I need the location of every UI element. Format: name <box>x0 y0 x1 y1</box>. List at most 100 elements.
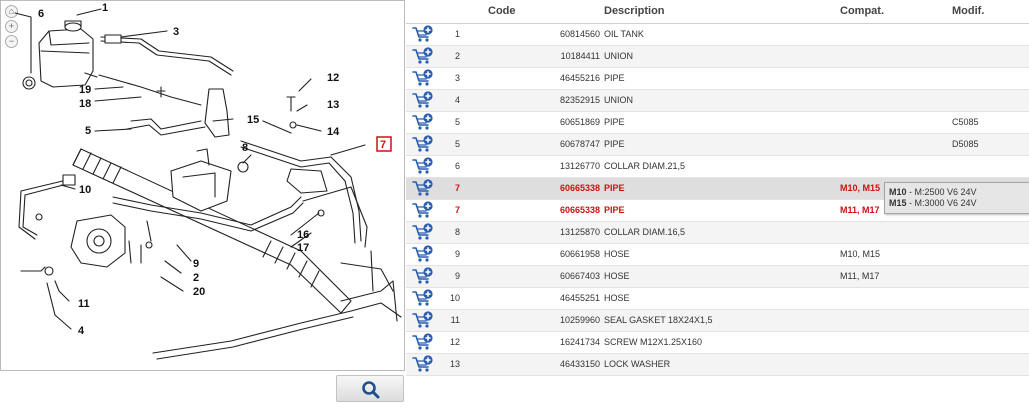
callout-16[interactable]: 16 <box>297 229 309 241</box>
cart-cell <box>406 155 442 178</box>
cart-add-icon[interactable] <box>412 69 434 87</box>
table-row[interactable]: 12 16241734 SCREW M12X1.25X160 <box>406 331 1029 354</box>
search-button[interactable] <box>336 375 404 402</box>
description-cell: PIPE <box>604 111 840 134</box>
compat-cell[interactable] <box>840 221 952 244</box>
cart-cell <box>406 353 442 376</box>
table-row[interactable]: 11 10259960 SEAL GASKET 18X24X1,5 <box>406 309 1029 332</box>
modif-cell <box>952 265 1029 288</box>
pos-cell: 7 <box>442 177 488 200</box>
code-cell: 60661958 <box>488 243 604 266</box>
table-row[interactable]: 3 46455216 PIPE <box>406 67 1029 90</box>
cart-add-icon[interactable] <box>412 267 434 285</box>
cart-cell <box>406 45 442 68</box>
table-row[interactable]: 4 82352915 UNION <box>406 89 1029 112</box>
callout-19[interactable]: 19 <box>79 84 91 96</box>
tooltip-text-2: - M:3000 V6 24V <box>906 198 977 208</box>
table-row[interactable]: 9 60667403 HOSE M11, M17 <box>406 265 1029 288</box>
compat-cell[interactable] <box>840 111 952 134</box>
callout-20[interactable]: 20 <box>193 286 205 298</box>
callout-13[interactable]: 13 <box>327 99 339 111</box>
callout-7[interactable]: 7 <box>380 139 386 151</box>
callout-9[interactable]: 9 <box>193 258 199 270</box>
code-cell: 60667403 <box>488 265 604 288</box>
cart-cell <box>406 133 442 156</box>
compat-cell[interactable] <box>840 331 952 354</box>
callout-18[interactable]: 18 <box>79 98 91 110</box>
compat-cell[interactable] <box>840 353 952 376</box>
cart-add-icon[interactable] <box>412 157 434 175</box>
header-code[interactable]: Code <box>488 0 604 24</box>
table-row[interactable]: 9 60661958 HOSE M10, M15 <box>406 243 1029 266</box>
description-cell: HOSE <box>604 265 840 288</box>
compat-cell[interactable] <box>840 309 952 332</box>
cart-add-icon[interactable] <box>412 113 434 131</box>
table-row[interactable]: 1 60814560 OIL TANK <box>406 23 1029 46</box>
table-row[interactable]: 5 60678747 PIPE D5085 <box>406 133 1029 156</box>
cart-add-icon[interactable] <box>412 355 434 373</box>
compat-cell[interactable] <box>840 67 952 90</box>
header-cart <box>406 0 442 24</box>
callout-17[interactable]: 17 <box>297 242 309 254</box>
cart-add-icon[interactable] <box>412 91 434 109</box>
description-cell: SCREW M12X1.25X160 <box>604 331 840 354</box>
code-cell: 60665338 <box>488 177 604 200</box>
table-row[interactable]: 2 10184411 UNION <box>406 45 1029 68</box>
pos-cell: 9 <box>442 265 488 288</box>
callout-12[interactable]: 12 <box>327 72 339 84</box>
compat-cell[interactable] <box>840 133 952 156</box>
callout-14[interactable]: 14 <box>327 126 340 138</box>
compat-cell[interactable] <box>840 287 952 310</box>
callout-15[interactable]: 15 <box>247 114 259 126</box>
table-row[interactable]: 8 13125870 COLLAR DIAM.16,5 <box>406 221 1029 244</box>
cart-add-icon[interactable] <box>412 25 434 43</box>
cart-add-icon[interactable] <box>412 289 434 307</box>
callout-2[interactable]: 2 <box>193 272 199 284</box>
cart-add-icon[interactable] <box>412 333 434 351</box>
callout-4[interactable]: 4 <box>78 325 85 337</box>
modif-cell <box>952 23 1029 46</box>
pos-cell: 6 <box>442 155 488 178</box>
compat-cell[interactable]: M11, M17 <box>840 265 952 288</box>
description-cell: PIPE <box>604 177 840 200</box>
description-cell: PIPE <box>604 133 840 156</box>
callout-5[interactable]: 5 <box>85 125 91 137</box>
search-icon <box>362 381 380 399</box>
header-compat[interactable]: Compat. <box>840 0 952 24</box>
callout-10[interactable]: 10 <box>79 184 91 196</box>
callout-3[interactable]: 3 <box>173 26 179 38</box>
callout-11[interactable]: 11 <box>78 298 90 310</box>
description-cell: HOSE <box>604 287 840 310</box>
callout-1[interactable]: 1 <box>102 2 108 14</box>
code-cell: 82352915 <box>488 89 604 112</box>
compat-cell[interactable] <box>840 23 952 46</box>
header-modif[interactable]: Modif. <box>952 0 1029 24</box>
compat-cell[interactable] <box>840 155 952 178</box>
table-row[interactable]: 6 13126770 COLLAR DIAM.21,5 <box>406 155 1029 178</box>
header-description[interactable]: Description <box>604 0 840 24</box>
callout-8[interactable]: 8 <box>242 142 248 154</box>
modif-cell: D5085 <box>952 133 1029 156</box>
table-row[interactable]: 10 46455251 HOSE <box>406 287 1029 310</box>
cart-add-icon[interactable] <box>412 47 434 65</box>
table-row[interactable]: 13 46433150 LOCK WASHER <box>406 353 1029 376</box>
compat-cell[interactable]: M10, M15 <box>840 243 952 266</box>
cart-add-icon[interactable] <box>412 201 434 219</box>
exploded-diagram[interactable]: ⌂ + − 6 1 3 12 19 18 13 15 14 5 8 10 16 … <box>0 0 405 371</box>
table-row[interactable]: 5 60651869 PIPE C5085 <box>406 111 1029 134</box>
cart-add-icon[interactable] <box>412 179 434 197</box>
cart-cell <box>406 67 442 90</box>
code-cell: 16241734 <box>488 331 604 354</box>
cart-add-icon[interactable] <box>412 245 434 263</box>
cart-add-icon[interactable] <box>412 311 434 329</box>
compat-cell[interactable] <box>840 45 952 68</box>
tooltip-code-2: M15 <box>889 198 907 208</box>
cart-add-icon[interactable] <box>412 135 434 153</box>
description-cell: OIL TANK <box>604 23 840 46</box>
pos-cell: 13 <box>442 353 488 376</box>
callout-6[interactable]: 6 <box>38 8 44 20</box>
code-cell: 10259960 <box>488 309 604 332</box>
cart-add-icon[interactable] <box>412 223 434 241</box>
compat-cell[interactable] <box>840 89 952 112</box>
header-pos <box>442 0 488 24</box>
